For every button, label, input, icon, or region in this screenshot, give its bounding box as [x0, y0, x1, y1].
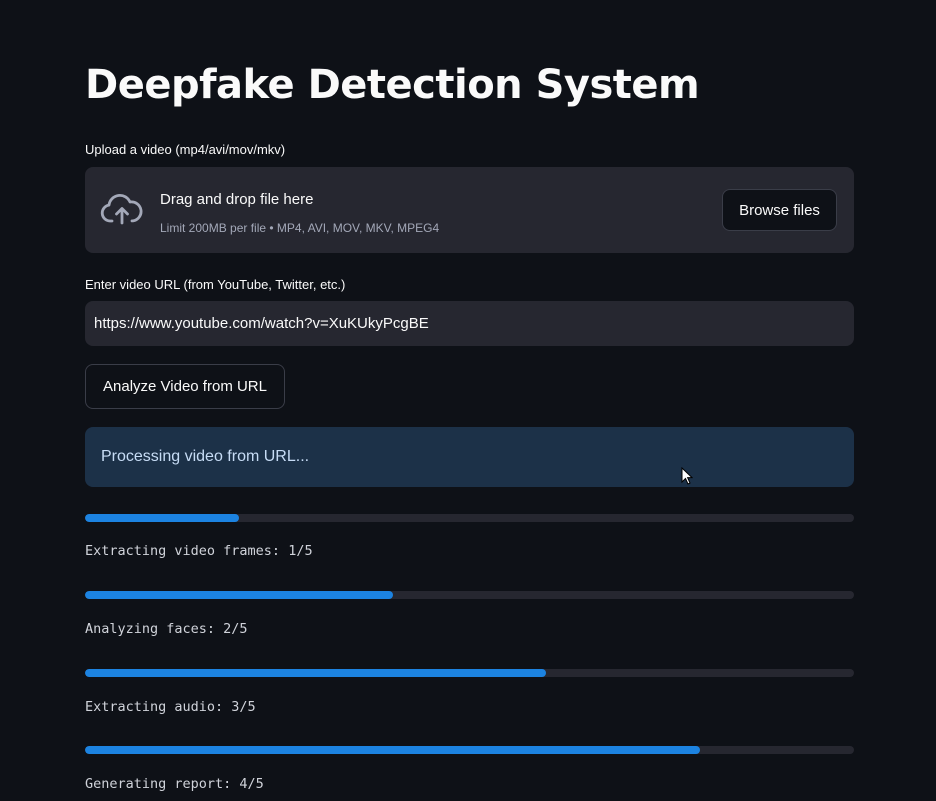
url-label: Enter video URL (from YouTube, Twitter, … — [85, 277, 346, 292]
video-url-input[interactable]: https://www.youtube.com/watch?v=XuKUkyPc… — [85, 301, 854, 346]
mouse-pointer-icon — [681, 467, 693, 485]
processing-message: Processing video from URL... — [101, 448, 310, 465]
progress-bar-fill — [85, 746, 701, 754]
progress-bar — [85, 669, 854, 677]
analyze-url-button[interactable]: Analyze Video from URL — [85, 364, 285, 409]
cloud-upload-icon — [100, 194, 143, 225]
progress-bar-fill — [85, 514, 239, 522]
progress-bar — [85, 746, 854, 754]
upload-label: Upload a video (mp4/avi/mov/mkv) — [85, 142, 286, 157]
page-title: Deepfake Detection System — [85, 62, 700, 108]
progress-bar — [85, 591, 854, 599]
browse-files-button[interactable]: Browse files — [722, 189, 837, 231]
progress-bar-fill — [85, 669, 547, 677]
progress-status-text: Extracting video frames: 1/5 — [85, 543, 313, 559]
progress-status-text: Generating report: 4/5 — [85, 776, 264, 792]
progress-bar-fill — [85, 591, 393, 599]
dropzone-title: Drag and drop file here — [160, 191, 314, 208]
progress-status-text: Analyzing faces: 2/5 — [85, 621, 248, 637]
processing-info-box: Processing video from URL... — [85, 427, 854, 487]
file-dropzone[interactable]: Drag and drop file here Limit 200MB per … — [85, 167, 854, 253]
progress-status-text: Extracting audio: 3/5 — [85, 699, 256, 715]
progress-bar — [85, 514, 854, 522]
dropzone-limit-text: Limit 200MB per file • MP4, AVI, MOV, MK… — [160, 221, 440, 235]
